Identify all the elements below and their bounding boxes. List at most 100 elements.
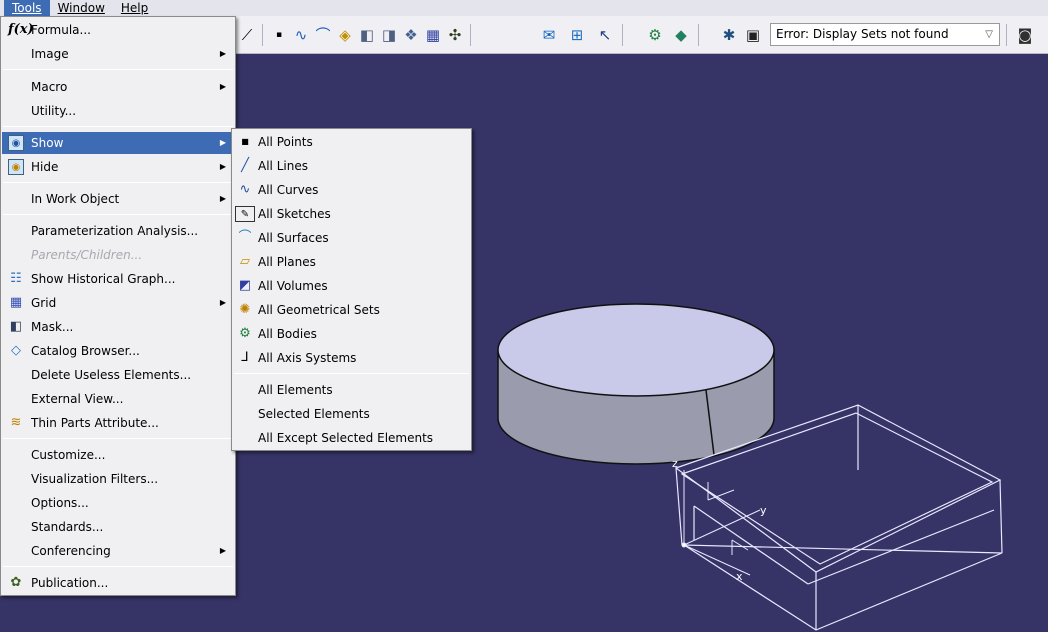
grid-icon: ▦: [9, 295, 23, 310]
submenu-item-all-axis-systems[interactable]: ⅃ All Axis Systems: [233, 347, 470, 369]
menu-item-parameterization-analysis[interactable]: Parameterization Analysis...: [2, 220, 234, 242]
submenu-item-all-geometrical-sets[interactable]: ✺ All Geometrical Sets: [233, 299, 470, 321]
submenu-item-all-lines[interactable]: ╱ All Lines: [233, 155, 470, 177]
submenu-item-selected-elements[interactable]: Selected Elements: [233, 403, 470, 425]
submenu-arrow-icon: ▶: [219, 162, 226, 171]
menu-item-label: Delete Useless Elements...: [31, 368, 192, 382]
menu-item-show-historical-graph[interactable]: ☷ Show Historical Graph...: [2, 268, 234, 290]
submenu-item-label: All Bodies: [258, 327, 317, 341]
submenu-item-all-volumes[interactable]: ◩ All Volumes: [233, 275, 470, 297]
submenu-item-all-elements[interactable]: All Elements: [233, 379, 470, 401]
submenu-arrow-icon: ▶: [219, 138, 226, 147]
surface-filter-icon[interactable]: ⌒: [314, 26, 332, 44]
submenu-item-label: All Geometrical Sets: [258, 303, 380, 317]
menu-item-label: Utility...: [31, 104, 77, 118]
menu-item-label: Publication...: [31, 576, 109, 590]
menu-item-hide[interactable]: ◉ Hide ▶: [2, 156, 234, 178]
menu-separator: [3, 438, 233, 439]
curve-icon: ∿: [239, 182, 251, 197]
axis-filter-icon[interactable]: ✣: [446, 26, 464, 44]
line-icon: ╱: [241, 158, 249, 173]
envelope-icon[interactable]: ✉: [540, 26, 558, 44]
display-set-dropdown[interactable]: Error: Display Sets not found ▽: [770, 23, 1000, 46]
surface-icon: ⌒: [238, 230, 252, 245]
visualization-icon[interactable]: ✱: [720, 26, 738, 44]
chevron-down-icon[interactable]: ▽: [985, 24, 993, 45]
menu-item-label: Parameterization Analysis...: [31, 224, 199, 238]
menu-item-image[interactable]: Image ▶: [2, 43, 234, 65]
menu-separator: [3, 214, 233, 215]
axis-label-z: z: [672, 457, 678, 470]
submenu-item-all-surfaces[interactable]: ⌒ All Surfaces: [233, 227, 470, 249]
submenu-item-label: All Sketches: [258, 207, 331, 221]
menu-item-label: Hide: [31, 160, 59, 174]
menu-item-label: Formula...: [31, 23, 91, 37]
menu-item-show[interactable]: ◉ Show ▶: [2, 132, 234, 154]
menu-item-conferencing[interactable]: Conferencing ▶: [2, 540, 234, 562]
submenu-item-label: All Lines: [258, 159, 308, 173]
solid-filter-icon[interactable]: ◨: [380, 26, 398, 44]
body-filter-icon[interactable]: ❖: [402, 26, 420, 44]
submenu-item-all-sketches[interactable]: ✎ All Sketches: [233, 203, 470, 225]
part-icon[interactable]: ◆: [672, 26, 690, 44]
assembly-icon[interactable]: ⚙: [646, 26, 664, 44]
menu-item-label: Show: [31, 136, 64, 150]
menu-item-thin-parts-attribute[interactable]: ≋ Thin Parts Attribute...: [2, 412, 234, 434]
menu-item-label: Visualization Filters...: [31, 472, 159, 486]
menu-item-visualization-filters[interactable]: Visualization Filters...: [2, 468, 234, 490]
display-set-value: Error: Display Sets not found: [776, 27, 949, 41]
menu-item-in-work-object[interactable]: In Work Object ▶: [2, 188, 234, 210]
menu-item-label: Standards...: [31, 520, 104, 534]
partial-tool-icon[interactable]: ⟋: [238, 26, 256, 44]
volume-filter-icon[interactable]: ◧: [358, 26, 376, 44]
menu-item-utility[interactable]: Utility...: [2, 100, 234, 122]
menu-item-customize[interactable]: Customize...: [2, 444, 234, 466]
submenu-arrow-icon: ▶: [219, 49, 226, 58]
menu-item-label: Mask...: [31, 320, 74, 334]
point-filter-icon[interactable]: ▪: [270, 26, 288, 44]
menu-separator: [234, 373, 469, 374]
submenu-item-label: All Surfaces: [258, 231, 329, 245]
toolbar-separator: [698, 24, 699, 46]
menu-window[interactable]: Window: [50, 0, 113, 16]
network-icon[interactable]: ⊞: [568, 26, 586, 44]
grid-filter-icon[interactable]: ▦: [424, 26, 442, 44]
submenu-arrow-icon: ▶: [219, 546, 226, 555]
menu-item-options[interactable]: Options...: [2, 492, 234, 514]
menu-item-mask[interactable]: ◧ Mask...: [2, 316, 234, 338]
submenu-item-all-bodies[interactable]: ⚙ All Bodies: [233, 323, 470, 345]
hide-icon: ◉: [8, 159, 24, 175]
menu-separator: [3, 182, 233, 183]
plane-filter-icon[interactable]: ◈: [336, 26, 354, 44]
menu-item-grid[interactable]: ▦ Grid ▶: [2, 292, 234, 314]
menu-help[interactable]: Help: [113, 0, 156, 16]
menu-item-delete-useless-elements[interactable]: Delete Useless Elements...: [2, 364, 234, 386]
what-is-this-icon[interactable]: ↖: [596, 26, 614, 44]
cylinder-part[interactable]: [497, 303, 775, 465]
submenu-item-all-points[interactable]: ■ All Points: [233, 131, 470, 153]
submenu-item-all-except-selected-elements[interactable]: All Except Selected Elements: [233, 427, 470, 449]
menu-item-label: Customize...: [31, 448, 106, 462]
plane-icon: ▱: [240, 254, 250, 269]
mask-icon: ◧: [9, 319, 23, 334]
toolbar-separator: [470, 24, 471, 46]
menu-item-publication[interactable]: ✿ Publication...: [2, 572, 234, 594]
curve-filter-icon[interactable]: ∿: [292, 26, 310, 44]
menu-item-macro[interactable]: Macro ▶: [2, 76, 234, 98]
submenu-item-all-curves[interactable]: ∿ All Curves: [233, 179, 470, 201]
menu-item-catalog-browser[interactable]: ◇ Catalog Browser...: [2, 340, 234, 362]
cylinder-top: [497, 303, 775, 397]
menu-separator: [3, 69, 233, 70]
submenu-arrow-icon: ▶: [219, 298, 226, 307]
submenu-item-all-planes[interactable]: ▱ All Planes: [233, 251, 470, 273]
submenu-item-label: All Elements: [258, 383, 333, 397]
submenu-item-label: All Volumes: [258, 279, 328, 293]
menu-item-parents-children: Parents/Children...: [2, 244, 234, 266]
menu-item-standards[interactable]: Standards...: [2, 516, 234, 538]
save-icon[interactable]: ▣: [744, 26, 762, 44]
catalog-icon: ◇: [11, 343, 21, 358]
camera-icon[interactable]: ◙: [1016, 26, 1034, 44]
menu-tools[interactable]: Tools: [4, 0, 50, 16]
menu-item-external-view[interactable]: External View...: [2, 388, 234, 410]
menu-item-formula[interactable]: f(x) Formula...: [2, 19, 234, 41]
